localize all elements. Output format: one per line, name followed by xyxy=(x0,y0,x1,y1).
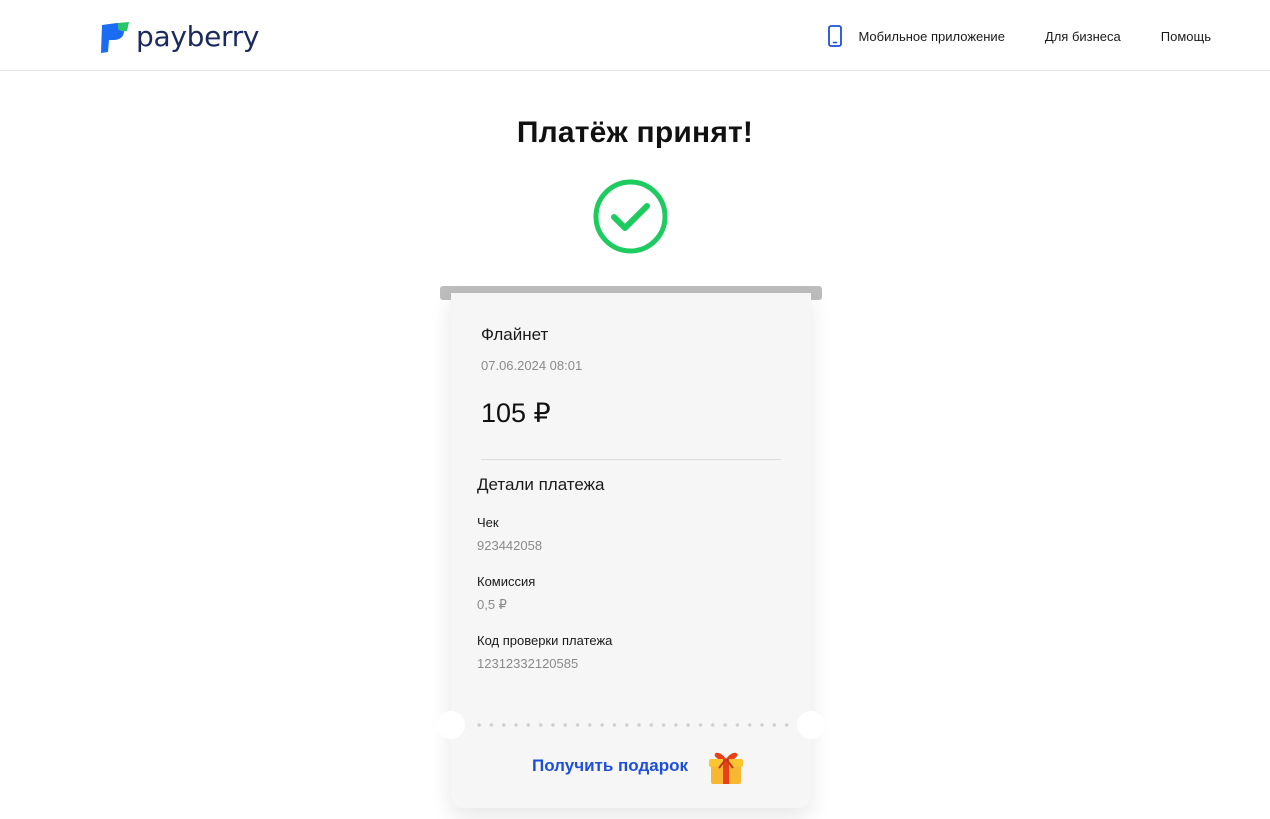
payment-datetime: 07.06.2024 08:01 xyxy=(481,358,583,373)
logo[interactable]: payberry xyxy=(100,20,260,54)
perforation-line xyxy=(473,723,789,727)
nav-mobile-app-label: Мобильное приложение xyxy=(858,28,1005,44)
receipt-notch-left xyxy=(437,711,465,739)
payment-receipt: Флайнет 07.06.2024 08:01 105 ₽ Детали пл… xyxy=(437,293,825,808)
receipt-number-value: 923442058 xyxy=(477,538,543,553)
commission-value: 0,5 ₽ xyxy=(477,597,507,612)
nav-help[interactable]: Помощь xyxy=(1161,29,1211,44)
nav-help-label: Помощь xyxy=(1160,28,1211,44)
payment-amount: 105 ₽ xyxy=(481,398,551,428)
verification-code-value: 12312332120585 xyxy=(477,656,579,671)
get-gift-label: Получить подарок xyxy=(532,756,688,775)
page-title: Платёж принят! xyxy=(516,116,754,149)
details-title: Детали платежа xyxy=(477,475,605,494)
commission-label: Комиссия xyxy=(477,574,536,589)
payberry-logo-icon xyxy=(101,21,129,53)
nav-mobile-app[interactable]: Мобильное приложение xyxy=(826,25,1005,47)
nav-business-label: Для бизнеса xyxy=(1044,28,1121,44)
receipt-label-field: Чек xyxy=(477,515,499,530)
get-gift-button[interactable]: Получить подарок xyxy=(451,746,811,786)
check-circle-icon xyxy=(593,179,668,254)
nav-business[interactable]: Для бизнеса xyxy=(1045,29,1121,44)
merchant-name: Флайнет xyxy=(481,325,549,344)
top-nav: Мобильное приложение Для бизнеса Помощь xyxy=(826,24,1211,48)
verification-code-label: Код проверки платежа xyxy=(477,633,613,648)
receipt-notch-right xyxy=(797,711,825,739)
gift-icon xyxy=(708,752,743,784)
divider xyxy=(481,459,781,460)
logo-text: payberry xyxy=(136,20,260,53)
phone-icon xyxy=(828,25,843,47)
site-header: payberry Мобильное приложение Для бизнес… xyxy=(0,0,1270,71)
